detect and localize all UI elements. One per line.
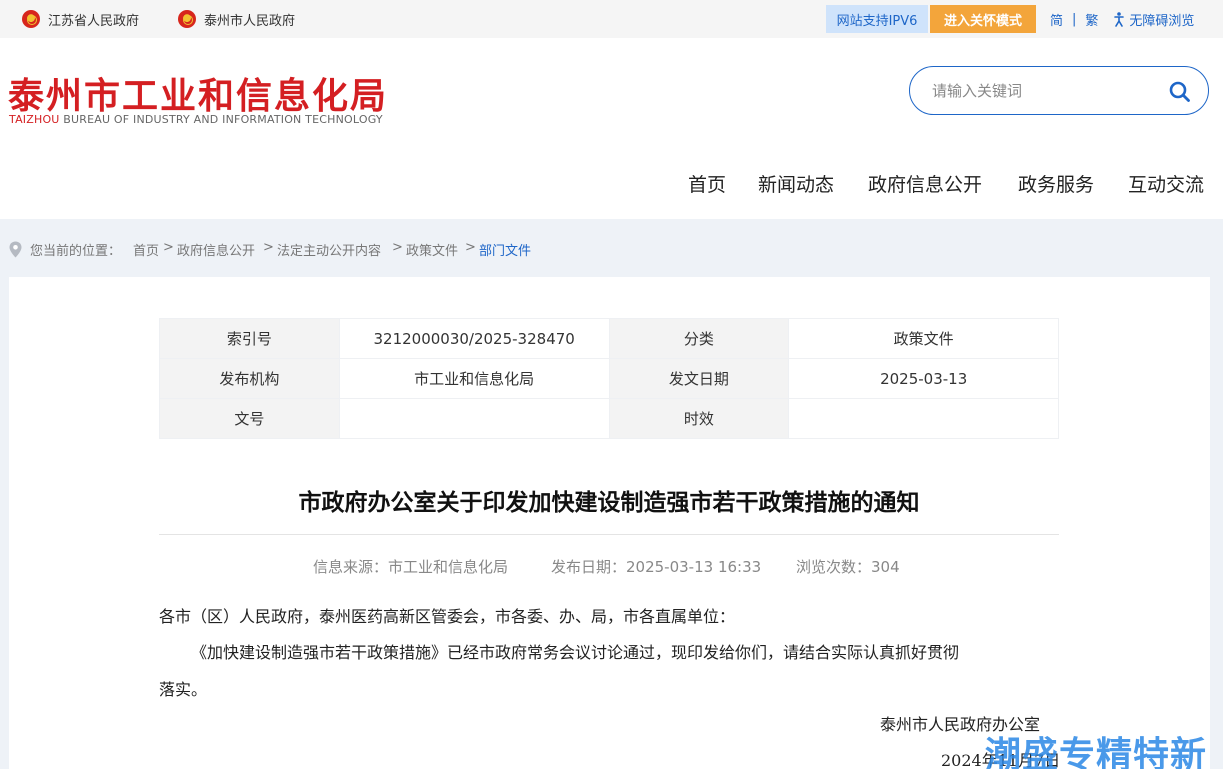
table-row: 索引号 3212000030/2025-328470 分类 政策文件: [159, 318, 1059, 359]
table-row: 发布机构 市工业和信息化局 发文日期 2025-03-13: [159, 358, 1059, 399]
accessibility-link[interactable]: 无障碍浏览: [1112, 10, 1194, 29]
language-switch: 简 | 繁 无障碍浏览: [1050, 9, 1194, 29]
article-body-line: 落实。: [159, 680, 208, 699]
simplified-chinese-link[interactable]: 简: [1050, 10, 1063, 29]
accessibility-icon: [1114, 11, 1125, 27]
site-logo-title[interactable]: 泰州市工业和信息化局: [8, 67, 388, 119]
national-emblem-icon: [22, 10, 40, 28]
meta-key-index: 索引号: [159, 318, 340, 359]
meta-key-doc-number: 文号: [159, 398, 340, 439]
meta-key-validity: 时效: [608, 398, 790, 439]
national-emblem-icon: [178, 10, 196, 28]
care-mode-button[interactable]: 进入关怀模式: [930, 5, 1036, 33]
article-views: 浏览次数：304: [796, 558, 900, 576]
search-icon: [1169, 81, 1190, 102]
accessibility-label: 无障碍浏览: [1129, 13, 1195, 29]
nav-interaction[interactable]: 互动交流: [1128, 170, 1204, 198]
top-bar: 江苏省人民政府 泰州市人民政府 网站支持IPV6 进入关怀模式 简 | 繁 无障…: [0, 0, 1223, 38]
breadcrumb: 您当前的位置： 首页 > 政府信息公开 > 法定主动公开内容 > 政策文件 > …: [0, 219, 1223, 277]
meta-value-publisher: 市工业和信息化局: [338, 358, 610, 399]
taizhou-gov-label: 泰州市人民政府: [204, 13, 296, 29]
jiangsu-gov-link[interactable]: 江苏省人民政府: [22, 9, 139, 29]
table-row: 文号 时效: [159, 398, 1059, 439]
traditional-chinese-link[interactable]: 繁: [1085, 10, 1098, 29]
meta-key-publisher: 发布机构: [159, 358, 340, 399]
nav-home[interactable]: 首页: [688, 170, 726, 198]
meta-value-index: 3212000030/2025-328470: [338, 318, 610, 359]
language-separator: |: [1072, 11, 1077, 27]
breadcrumb-separator: >: [465, 240, 476, 255]
article-card: 索引号 3212000030/2025-328470 分类 政策文件 发布机构 …: [9, 277, 1210, 769]
site-logo-subtitle: TAIZHOU BUREAU OF INDUSTRY AND INFORMATI…: [9, 113, 383, 126]
search-button[interactable]: [1167, 79, 1193, 105]
meta-value-issue-date: 2025-03-13: [788, 358, 1059, 399]
article-salutation: 各市（区）人民政府，泰州医药高新区管委会，市各委、办、局，市各直属单位：: [159, 607, 736, 626]
taizhou-gov-link[interactable]: 泰州市人民政府: [178, 9, 295, 29]
jiangsu-gov-label: 江苏省人民政府: [48, 13, 140, 29]
breadcrumb-separator: >: [392, 240, 403, 255]
breadcrumb-separator: >: [263, 240, 274, 255]
ipv6-badge: 网站支持IPV6: [826, 5, 928, 33]
nav-news[interactable]: 新闻动态: [758, 170, 834, 198]
title-divider: [159, 534, 1059, 535]
search-input[interactable]: [932, 79, 1152, 103]
breadcrumb-home[interactable]: 首页: [133, 240, 159, 259]
meta-value-category: 政策文件: [788, 318, 1059, 359]
meta-key-category: 分类: [608, 318, 790, 359]
logo-en-prefix: TAIZHOU: [9, 113, 60, 126]
watermark-text: 潮盛专精特新: [985, 735, 1208, 769]
document-meta-table: 索引号 3212000030/2025-328470 分类 政策文件 发布机构 …: [159, 318, 1059, 439]
search-box: [909, 66, 1209, 115]
article-publish-date: 发布日期：2025-03-13 16:33: [551, 558, 762, 576]
breadcrumb-gov-info[interactable]: 政府信息公开: [177, 240, 255, 259]
nav-services[interactable]: 政务服务: [1018, 170, 1094, 198]
site-header: 泰州市工业和信息化局 TAIZHOU BUREAU OF INDUSTRY AN…: [0, 38, 1223, 219]
breadcrumb-policy-docs[interactable]: 政策文件: [406, 240, 458, 259]
nav-gov-info[interactable]: 政府信息公开: [868, 170, 982, 198]
meta-value-validity: [788, 398, 1059, 439]
meta-key-issue-date: 发文日期: [608, 358, 790, 399]
logo-en-rest: BUREAU OF INDUSTRY AND INFORMATION TECHN…: [59, 113, 383, 126]
article-source: 信息来源：市工业和信息化局: [313, 558, 509, 576]
article-body-line: 《加快建设制造强市若干政策措施》已经市政府常务会议讨论通过，现印发给你们，请结合…: [191, 643, 960, 662]
breadcrumb-label: 您当前的位置：: [30, 244, 122, 259]
article-title: 市政府办公室关于印发加快建设制造强市若干政策措施的通知: [298, 490, 920, 516]
breadcrumb-public-content[interactable]: 法定主动公开内容: [277, 240, 381, 259]
location-pin-icon: [9, 241, 22, 258]
breadcrumb-dept-docs[interactable]: 部门文件: [479, 240, 531, 259]
meta-value-doc-number: [338, 398, 610, 439]
breadcrumb-separator: >: [163, 240, 174, 255]
